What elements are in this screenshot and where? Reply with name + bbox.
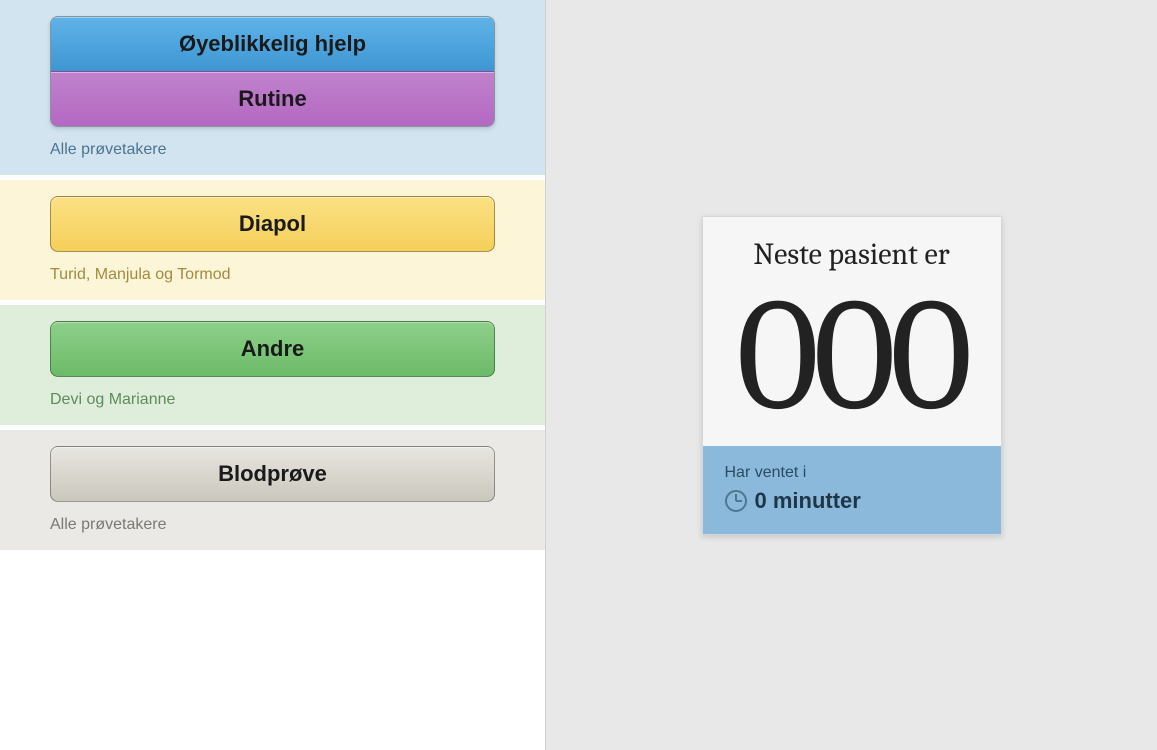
- queue-subtitle: Alle prøvetakere: [50, 516, 495, 534]
- card-bottom: Har ventet i 0 minutter: [703, 446, 1001, 534]
- queue-section-diapol: Diapol Turid, Manjula og Tormod: [0, 180, 545, 300]
- card-top: Neste pasient er 000: [703, 217, 1001, 446]
- queue-section-blodprove: Blodprøve Alle prøvetakere: [0, 430, 545, 550]
- andre-button[interactable]: Andre: [50, 321, 495, 377]
- button-stack: Øyeblikkelig hjelp Rutine: [50, 16, 495, 127]
- wait-value: 0 minutter: [755, 488, 861, 514]
- queue-subtitle: Turid, Manjula og Tormod: [50, 266, 495, 284]
- blodprove-button[interactable]: Blodprøve: [50, 446, 495, 502]
- queue-subtitle: Alle prøvetakere: [50, 141, 495, 159]
- clock-icon: [725, 490, 747, 512]
- next-patient-card: Neste pasient er 000 Har ventet i 0 minu…: [702, 216, 1002, 535]
- routine-button[interactable]: Rutine: [51, 71, 494, 126]
- urgent-help-button[interactable]: Øyeblikkelig hjelp: [51, 17, 494, 71]
- queue-subtitle: Devi og Marianne: [50, 391, 495, 409]
- wait-label: Har ventet i: [725, 464, 979, 482]
- queue-list: Øyeblikkelig hjelp Rutine Alle prøvetake…: [0, 0, 545, 750]
- next-patient-panel: Neste pasient er 000 Har ventet i 0 minu…: [545, 0, 1157, 750]
- wait-row: 0 minutter: [725, 488, 979, 514]
- queue-section-andre: Andre Devi og Marianne: [0, 305, 545, 425]
- next-patient-number: 000: [721, 276, 983, 436]
- queue-section-urgent-routine: Øyeblikkelig hjelp Rutine Alle prøvetake…: [0, 0, 545, 175]
- diapol-button[interactable]: Diapol: [50, 196, 495, 252]
